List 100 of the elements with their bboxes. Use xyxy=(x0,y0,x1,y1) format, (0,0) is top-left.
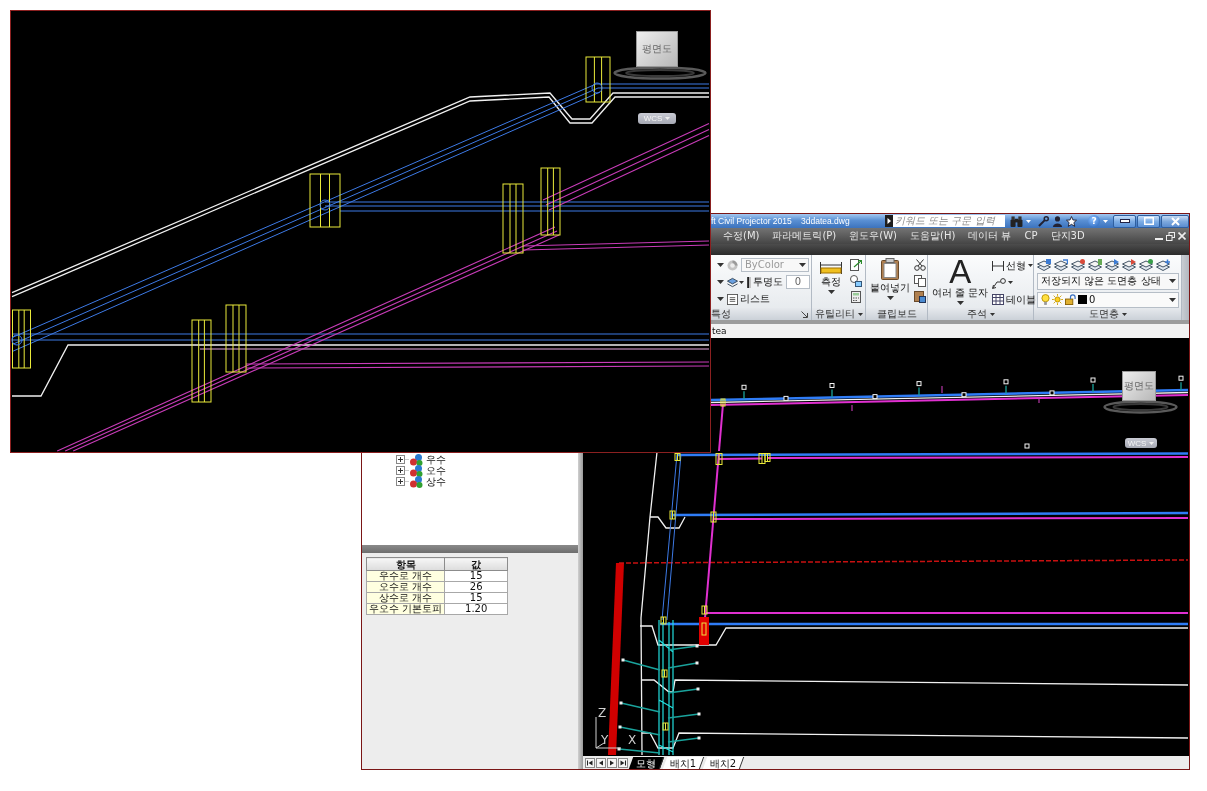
menu-item[interactable]: 수정(M) xyxy=(723,229,760,243)
layout-tab[interactable]: 모형 xyxy=(628,756,665,769)
menu-item[interactable]: 데이터 뷰 xyxy=(968,229,1012,243)
caret-icon[interactable] xyxy=(989,312,995,316)
manhole xyxy=(502,183,524,254)
transparency-field[interactable]: 0 xyxy=(786,275,810,289)
binoculars-icon[interactable] xyxy=(1010,215,1023,227)
maximize-button[interactable] xyxy=(1137,214,1160,228)
triangle-left-icon[interactable] xyxy=(596,757,606,768)
close-icon[interactable] xyxy=(1178,232,1186,240)
list-button[interactable]: 리스트 xyxy=(727,292,770,306)
menu-item[interactable]: 도움말(H) xyxy=(910,229,956,243)
clipboard-icon[interactable] xyxy=(914,291,926,303)
panel-title-button[interactable]: 특성 xyxy=(710,308,811,320)
compass-ring-icon[interactable] xyxy=(1103,400,1178,414)
panel-title-button[interactable]: 유틸리티 xyxy=(812,308,865,320)
survey-marker xyxy=(783,395,789,401)
skip-start-icon[interactable] xyxy=(585,757,595,768)
viewcube[interactable]: 평면도 xyxy=(636,31,678,67)
menu-item[interactable]: CP xyxy=(1024,229,1038,243)
caret-icon[interactable] xyxy=(1121,312,1127,316)
text-button[interactable]: A 여러 줄 문자 xyxy=(931,258,990,308)
file-tab[interactable]: tea xyxy=(710,325,727,337)
layer-stack-icon[interactable] xyxy=(1122,258,1136,271)
ruler-icon xyxy=(820,262,842,274)
layer-stack-icon[interactable] xyxy=(1071,258,1085,271)
copy-icon[interactable] xyxy=(914,275,926,287)
minimize-button[interactable] xyxy=(1113,214,1136,228)
transparency-button[interactable]: 투명도 xyxy=(747,275,783,289)
layer-dropdown[interactable]: 0 xyxy=(1037,291,1179,308)
layout-tab[interactable]: 배치2 xyxy=(703,756,745,769)
caret-icon[interactable] xyxy=(886,296,894,300)
menu-item[interactable]: 윈도우(W) xyxy=(849,229,897,243)
caret-icon[interactable] xyxy=(857,312,863,316)
tree-item[interactable]: 오수 xyxy=(426,465,446,476)
compass-ring-icon[interactable] xyxy=(613,66,707,80)
layer-stack-icon[interactable] xyxy=(1088,258,1102,271)
layer-stack-icon[interactable] xyxy=(1139,258,1153,271)
tick-mark xyxy=(851,404,853,412)
layer-stack-icon[interactable] xyxy=(727,276,738,288)
layer-stack-icon[interactable] xyxy=(1054,258,1068,271)
transparency-icon xyxy=(747,276,751,288)
manhole xyxy=(540,167,561,236)
dimension-button[interactable]: 선형 xyxy=(992,258,1037,273)
table-button[interactable]: 테이블 xyxy=(992,292,1037,307)
caret-icon[interactable] xyxy=(717,280,724,284)
close-button[interactable] xyxy=(1161,214,1189,228)
expand-icon[interactable] xyxy=(396,455,409,464)
triangle-right-icon[interactable] xyxy=(607,757,617,768)
color-swatch-icon xyxy=(1078,295,1087,305)
restore-icon[interactable] xyxy=(1166,231,1175,241)
tree-item[interactable]: 상수 xyxy=(426,476,446,487)
survey-marker xyxy=(872,394,878,400)
menu-item[interactable]: 파라메트릭(P) xyxy=(772,229,837,243)
layer-stack-icon[interactable] xyxy=(1156,258,1170,271)
panel-title-button[interactable]: 클립보드 xyxy=(866,308,927,320)
service-line xyxy=(618,725,661,736)
spheres-icon xyxy=(410,464,423,477)
caret-icon[interactable] xyxy=(1169,297,1176,302)
skip-end-icon[interactable] xyxy=(618,757,628,768)
document-arrow-icon[interactable] xyxy=(850,259,862,271)
manhole xyxy=(661,669,668,678)
caret-icon[interactable] xyxy=(1028,264,1034,267)
caret-icon[interactable] xyxy=(717,297,724,301)
caret-icon[interactable] xyxy=(827,290,835,294)
menu-item[interactable]: 단지3D xyxy=(1050,229,1085,243)
caret-icon[interactable] xyxy=(1169,279,1176,284)
survey-marker xyxy=(1178,375,1184,391)
expand-icon[interactable] xyxy=(396,466,409,475)
padlock-icon[interactable] xyxy=(1065,294,1076,306)
panel-title-button[interactable]: 주석 xyxy=(928,308,1033,320)
panel-title-button[interactable]: 도면층 xyxy=(1034,308,1181,320)
search-field[interactable]: 키워드 또는 구문 입력 xyxy=(893,215,1005,227)
star-icon[interactable] xyxy=(1066,215,1077,227)
layout-tab[interactable]: 배치1 xyxy=(662,756,705,769)
minimize-icon[interactable] xyxy=(1119,219,1130,223)
caret-icon[interactable] xyxy=(717,263,724,267)
table-cell: 우오수 기본토피 xyxy=(366,603,445,615)
paste-button[interactable]: 붙여넣기 xyxy=(869,258,911,308)
layer-stack-icon[interactable] xyxy=(1105,258,1119,271)
caret-icon[interactable] xyxy=(956,301,964,305)
shapes-icon[interactable] xyxy=(850,275,862,287)
caret-icon[interactable] xyxy=(739,280,744,284)
layer-stack-icon[interactable] xyxy=(1037,258,1051,271)
service-line xyxy=(667,687,700,694)
wrench-icon[interactable] xyxy=(1038,215,1049,227)
expand-icon[interactable] xyxy=(396,477,409,486)
viewcube[interactable]: 평면도 xyxy=(1122,371,1156,401)
caret-icon[interactable] xyxy=(1008,281,1014,284)
column-header: 항목 xyxy=(366,557,445,571)
dialog-launcher-icon[interactable] xyxy=(801,310,808,318)
measure-button[interactable]: 측정 xyxy=(815,258,847,308)
list-icon xyxy=(727,293,738,305)
expand-arrow-icon[interactable] xyxy=(885,215,893,227)
layer-state-dropdown[interactable]: 저장되지 않은 도면층 상태 xyxy=(1037,273,1179,290)
spheres-icon xyxy=(410,453,423,466)
calculator-icon[interactable] xyxy=(851,291,861,303)
tree-item[interactable]: 우수 xyxy=(426,454,446,465)
scissors-icon[interactable] xyxy=(914,259,926,271)
user-icon[interactable] xyxy=(1052,215,1063,227)
